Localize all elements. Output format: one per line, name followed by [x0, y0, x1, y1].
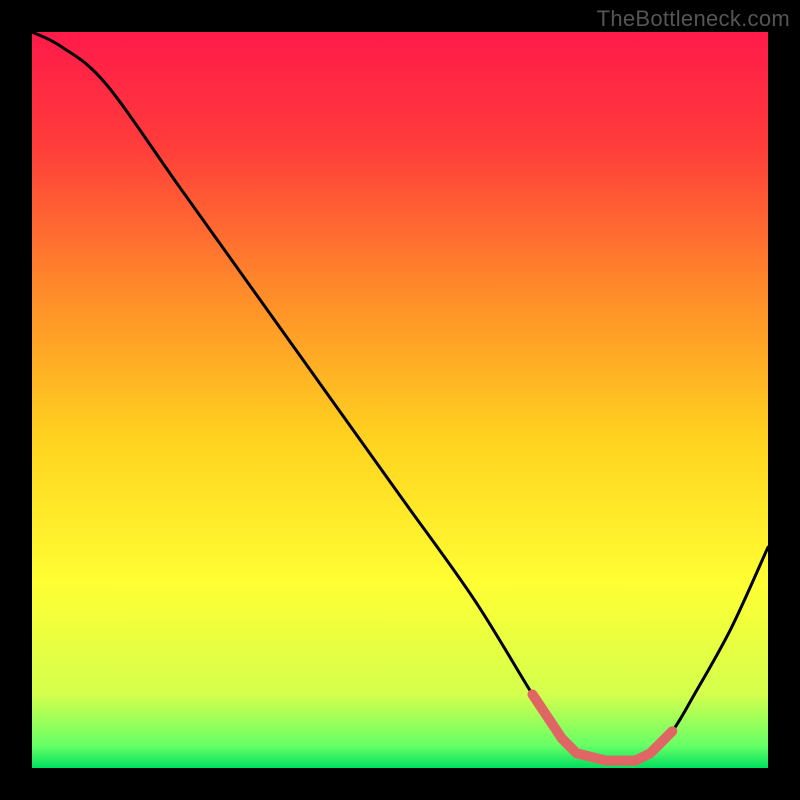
watermark-text: TheBottleneck.com: [597, 6, 790, 32]
chart-background: [32, 32, 768, 768]
bottleneck-chart: [32, 32, 768, 768]
